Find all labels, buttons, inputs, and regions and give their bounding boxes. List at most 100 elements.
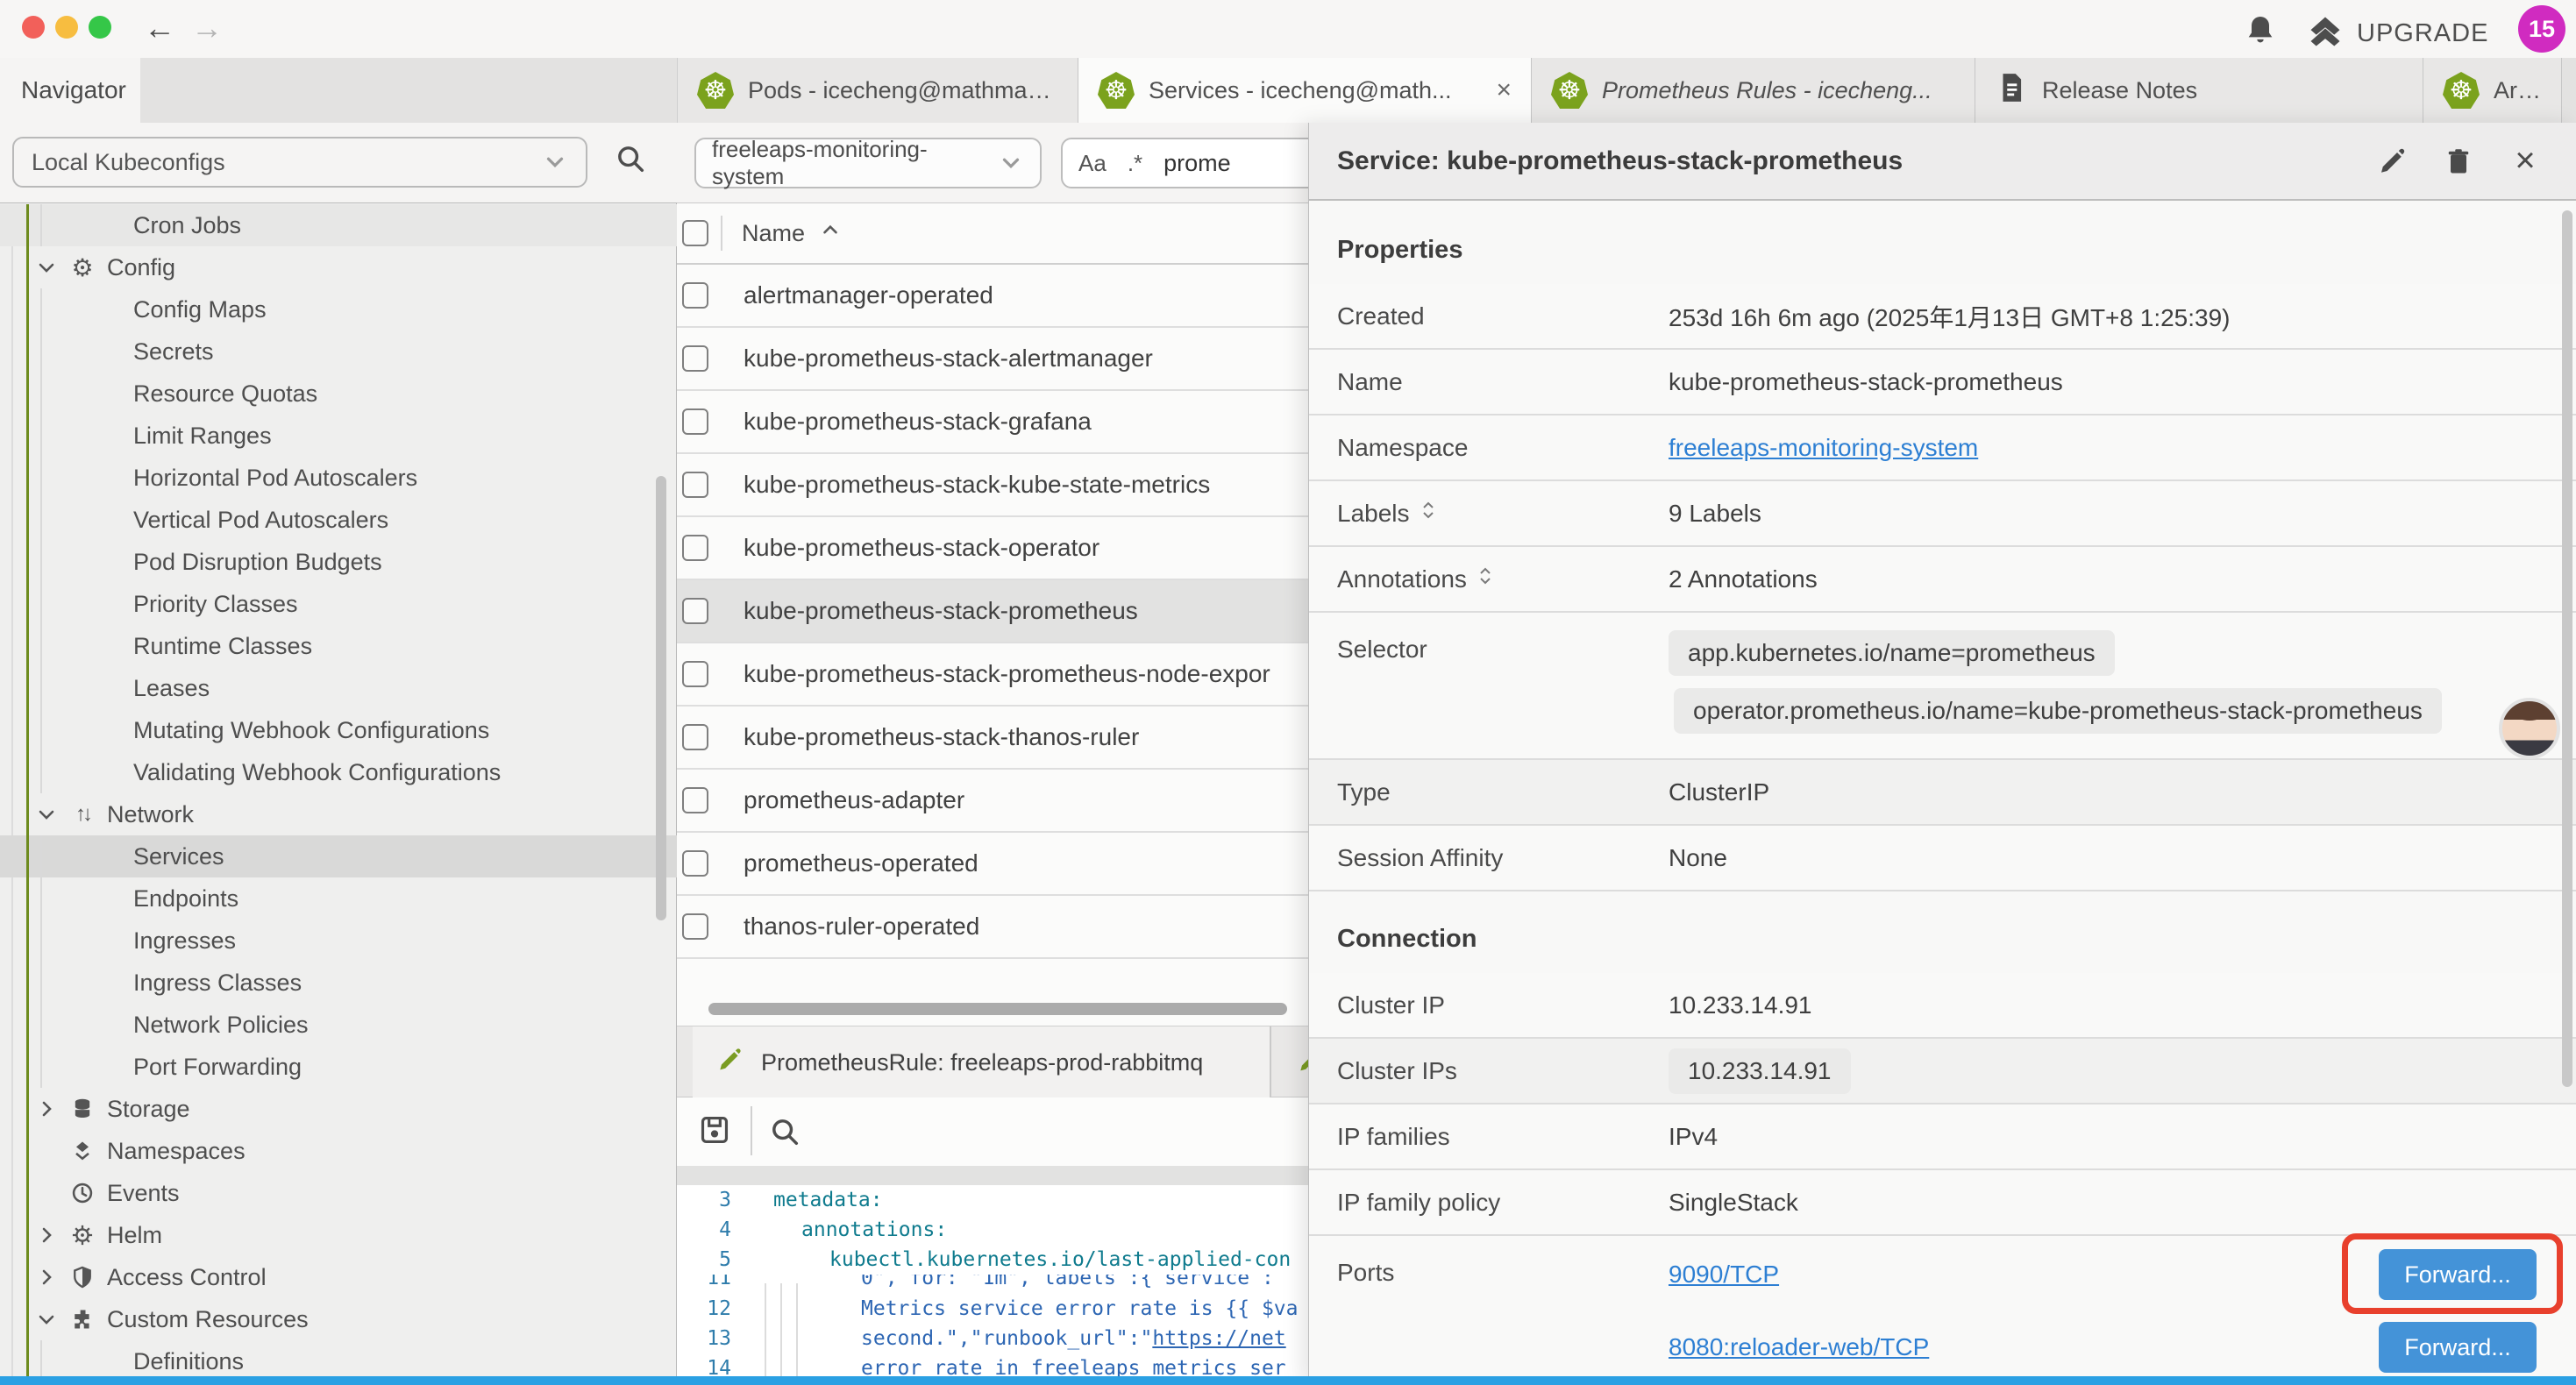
namespace-link[interactable]: freeleaps-monitoring-system [1669, 434, 1978, 461]
table-row[interactable]: kube-prometheus-stack-prometheus [677, 580, 1308, 643]
code-link[interactable]: https://net [1152, 1327, 1285, 1350]
table-row[interactable]: alertmanager-operated [677, 265, 1308, 328]
table-row[interactable]: kube-prometheus-stack-kube-state-metrics [677, 454, 1308, 517]
tree-chevron-icon[interactable] [35, 804, 58, 825]
row-checkbox[interactable] [682, 472, 708, 498]
sidebar-item[interactable]: Network Policies [0, 1004, 677, 1046]
sidebar-item[interactable]: Limit Ranges [0, 415, 677, 457]
kubeconfig-select[interactable]: Local Kubeconfigs [12, 137, 587, 188]
editor-search-icon[interactable] [768, 1115, 800, 1147]
row-checkbox[interactable] [682, 408, 708, 435]
sidebar-item[interactable]: Events [0, 1172, 677, 1214]
sidebar-item[interactable]: Access Control [0, 1256, 677, 1298]
port-link[interactable]: 8080:reloader-web/TCP [1669, 1333, 1929, 1361]
sidebar-item[interactable]: Ingress Classes [0, 962, 677, 1004]
forward-button[interactable]: Forward... [2379, 1249, 2537, 1300]
row-checkbox[interactable] [682, 535, 708, 561]
sidebar-item[interactable]: Leases [0, 667, 677, 709]
row-checkbox[interactable] [682, 345, 708, 372]
app-tab[interactable]: ☸ Pods - icecheng@mathmas... [678, 58, 1078, 123]
forward-button[interactable]: → [186, 7, 228, 49]
table-row[interactable]: kube-prometheus-stack-thanos-ruler [677, 707, 1308, 770]
detail-scrollbar-thumb[interactable] [2562, 210, 2572, 1087]
tab-close-icon[interactable]: × [1496, 75, 1512, 105]
sidebar-item[interactable]: Resource Quotas [0, 373, 677, 415]
table-row[interactable]: kube-prometheus-stack-operator [677, 517, 1308, 580]
table-row[interactable]: kube-prometheus-stack-grafana [677, 391, 1308, 454]
row-checkbox[interactable] [682, 913, 708, 940]
sidebar-item[interactable]: Horizontal Pod Autoscalers [0, 457, 677, 499]
match-case-toggle[interactable]: Aa [1078, 150, 1107, 177]
row-checkbox[interactable] [682, 661, 708, 687]
table-row[interactable]: kube-prometheus-stack-alertmanager [677, 328, 1308, 391]
close-icon[interactable]: × [2508, 145, 2542, 178]
sidebar-item[interactable]: Runtime Classes [0, 625, 677, 667]
tree-chevron-icon[interactable] [35, 1098, 58, 1119]
sidebar-item[interactable]: Cron Jobs [0, 204, 677, 246]
navigator-panel-tab[interactable]: Navigator [0, 58, 140, 123]
table-row[interactable]: prometheus-adapter [677, 770, 1308, 833]
sidebar-item[interactable]: ⚙ Config [0, 246, 677, 288]
row-checkbox[interactable] [682, 787, 708, 813]
regex-toggle[interactable]: .* [1128, 150, 1142, 177]
app-tab[interactable]: ☸ Argo Se [2423, 58, 2562, 123]
editor-tab-partial[interactable] [1296, 1026, 1308, 1098]
upgrade-button[interactable]: UPGRADE [2306, 12, 2488, 55]
sidebar-item[interactable]: Storage [0, 1088, 677, 1130]
traffic-light-maximize[interactable] [89, 16, 111, 39]
select-all-checkbox[interactable] [682, 220, 708, 246]
port-link[interactable]: 9090/TCP [1669, 1261, 1779, 1289]
sidebar-item[interactable]: Mutating Webhook Configurations [0, 709, 677, 751]
sidebar-scrollbar-thumb[interactable] [656, 476, 666, 920]
sidebar-item[interactable]: Vertical Pod Autoscalers [0, 499, 677, 541]
row-value[interactable]: 2 Annotations [1669, 565, 2576, 593]
row-checkbox[interactable] [682, 850, 708, 877]
namespace-select[interactable]: freeleaps-monitoring-system [694, 138, 1042, 188]
sidebar-item[interactable]: ↑↓ Network [0, 793, 677, 835]
tree-chevron-icon[interactable] [35, 1225, 58, 1246]
name-column-header[interactable]: Name [742, 219, 842, 248]
edit-pencil-icon[interactable] [2375, 145, 2409, 178]
sidebar-item[interactable]: Validating Webhook Configurations [0, 751, 677, 793]
row-value[interactable]: 9 Labels [1669, 500, 2576, 528]
back-button[interactable]: ← [139, 7, 181, 49]
tree-chevron-icon[interactable] [35, 1309, 58, 1330]
sidebar-item[interactable]: Ingresses [0, 920, 677, 962]
save-icon[interactable] [698, 1113, 733, 1148]
row-checkbox[interactable] [682, 282, 708, 309]
app-tab[interactable]: Release Notes [1975, 58, 2423, 123]
app-tab[interactable]: ☸ Prometheus Rules - icecheng... [1532, 58, 1975, 123]
traffic-light-minimize[interactable] [55, 16, 78, 39]
tree-chevron-icon[interactable] [35, 257, 58, 278]
editor-tab[interactable]: PrometheusRule: freeleaps-prod-rabbitmq [693, 1026, 1271, 1098]
row-checkbox[interactable] [682, 598, 708, 624]
sidebar-item[interactable]: Port Forwarding [0, 1046, 677, 1088]
notifications-bell-icon[interactable] [2243, 12, 2278, 47]
yaml-editor[interactable]: 3 metadata: 4 annotations: 5 kubectl.kub… [677, 1185, 1308, 1385]
sidebar-item[interactable]: Secrets [0, 330, 677, 373]
sidebar-item[interactable]: Namespaces [0, 1130, 677, 1172]
table-row[interactable]: prometheus-operated [677, 833, 1308, 896]
sidebar-item[interactable]: Pod Disruption Budgets [0, 541, 677, 583]
sidebar-item[interactable]: Helm [0, 1214, 677, 1256]
sidebar-item[interactable]: Endpoints [0, 877, 677, 920]
row-checkbox[interactable] [682, 724, 708, 750]
tree-chevron-icon[interactable] [35, 1267, 58, 1288]
traffic-light-close[interactable] [22, 16, 45, 39]
forward-button[interactable]: Forward... [2379, 1322, 2537, 1373]
app-tab[interactable]: ☸ Services - icecheng@math... × [1078, 58, 1532, 123]
table-row[interactable]: thanos-ruler-operated [677, 896, 1308, 959]
sidebar-item[interactable]: Priority Classes [0, 583, 677, 625]
delete-trash-icon[interactable] [2442, 145, 2475, 178]
horizontal-scrollbar-thumb[interactable] [708, 1003, 1287, 1015]
expand-collapse-icon[interactable] [1420, 498, 1436, 529]
sidebar-item[interactable]: Config Maps [0, 288, 677, 330]
table-row[interactable]: kube-prometheus-stack-prometheus-node-ex… [677, 643, 1308, 707]
expand-collapse-icon[interactable] [1477, 564, 1493, 594]
user-avatar[interactable] [2499, 698, 2560, 759]
sidebar-search-icon[interactable] [614, 142, 652, 181]
sidebar-item[interactable]: Services [0, 835, 677, 877]
list-search-input[interactable]: Aa .* prome [1061, 138, 1308, 188]
notification-count-badge[interactable]: 15 [2518, 5, 2565, 53]
sidebar-item[interactable]: Custom Resources [0, 1298, 677, 1340]
